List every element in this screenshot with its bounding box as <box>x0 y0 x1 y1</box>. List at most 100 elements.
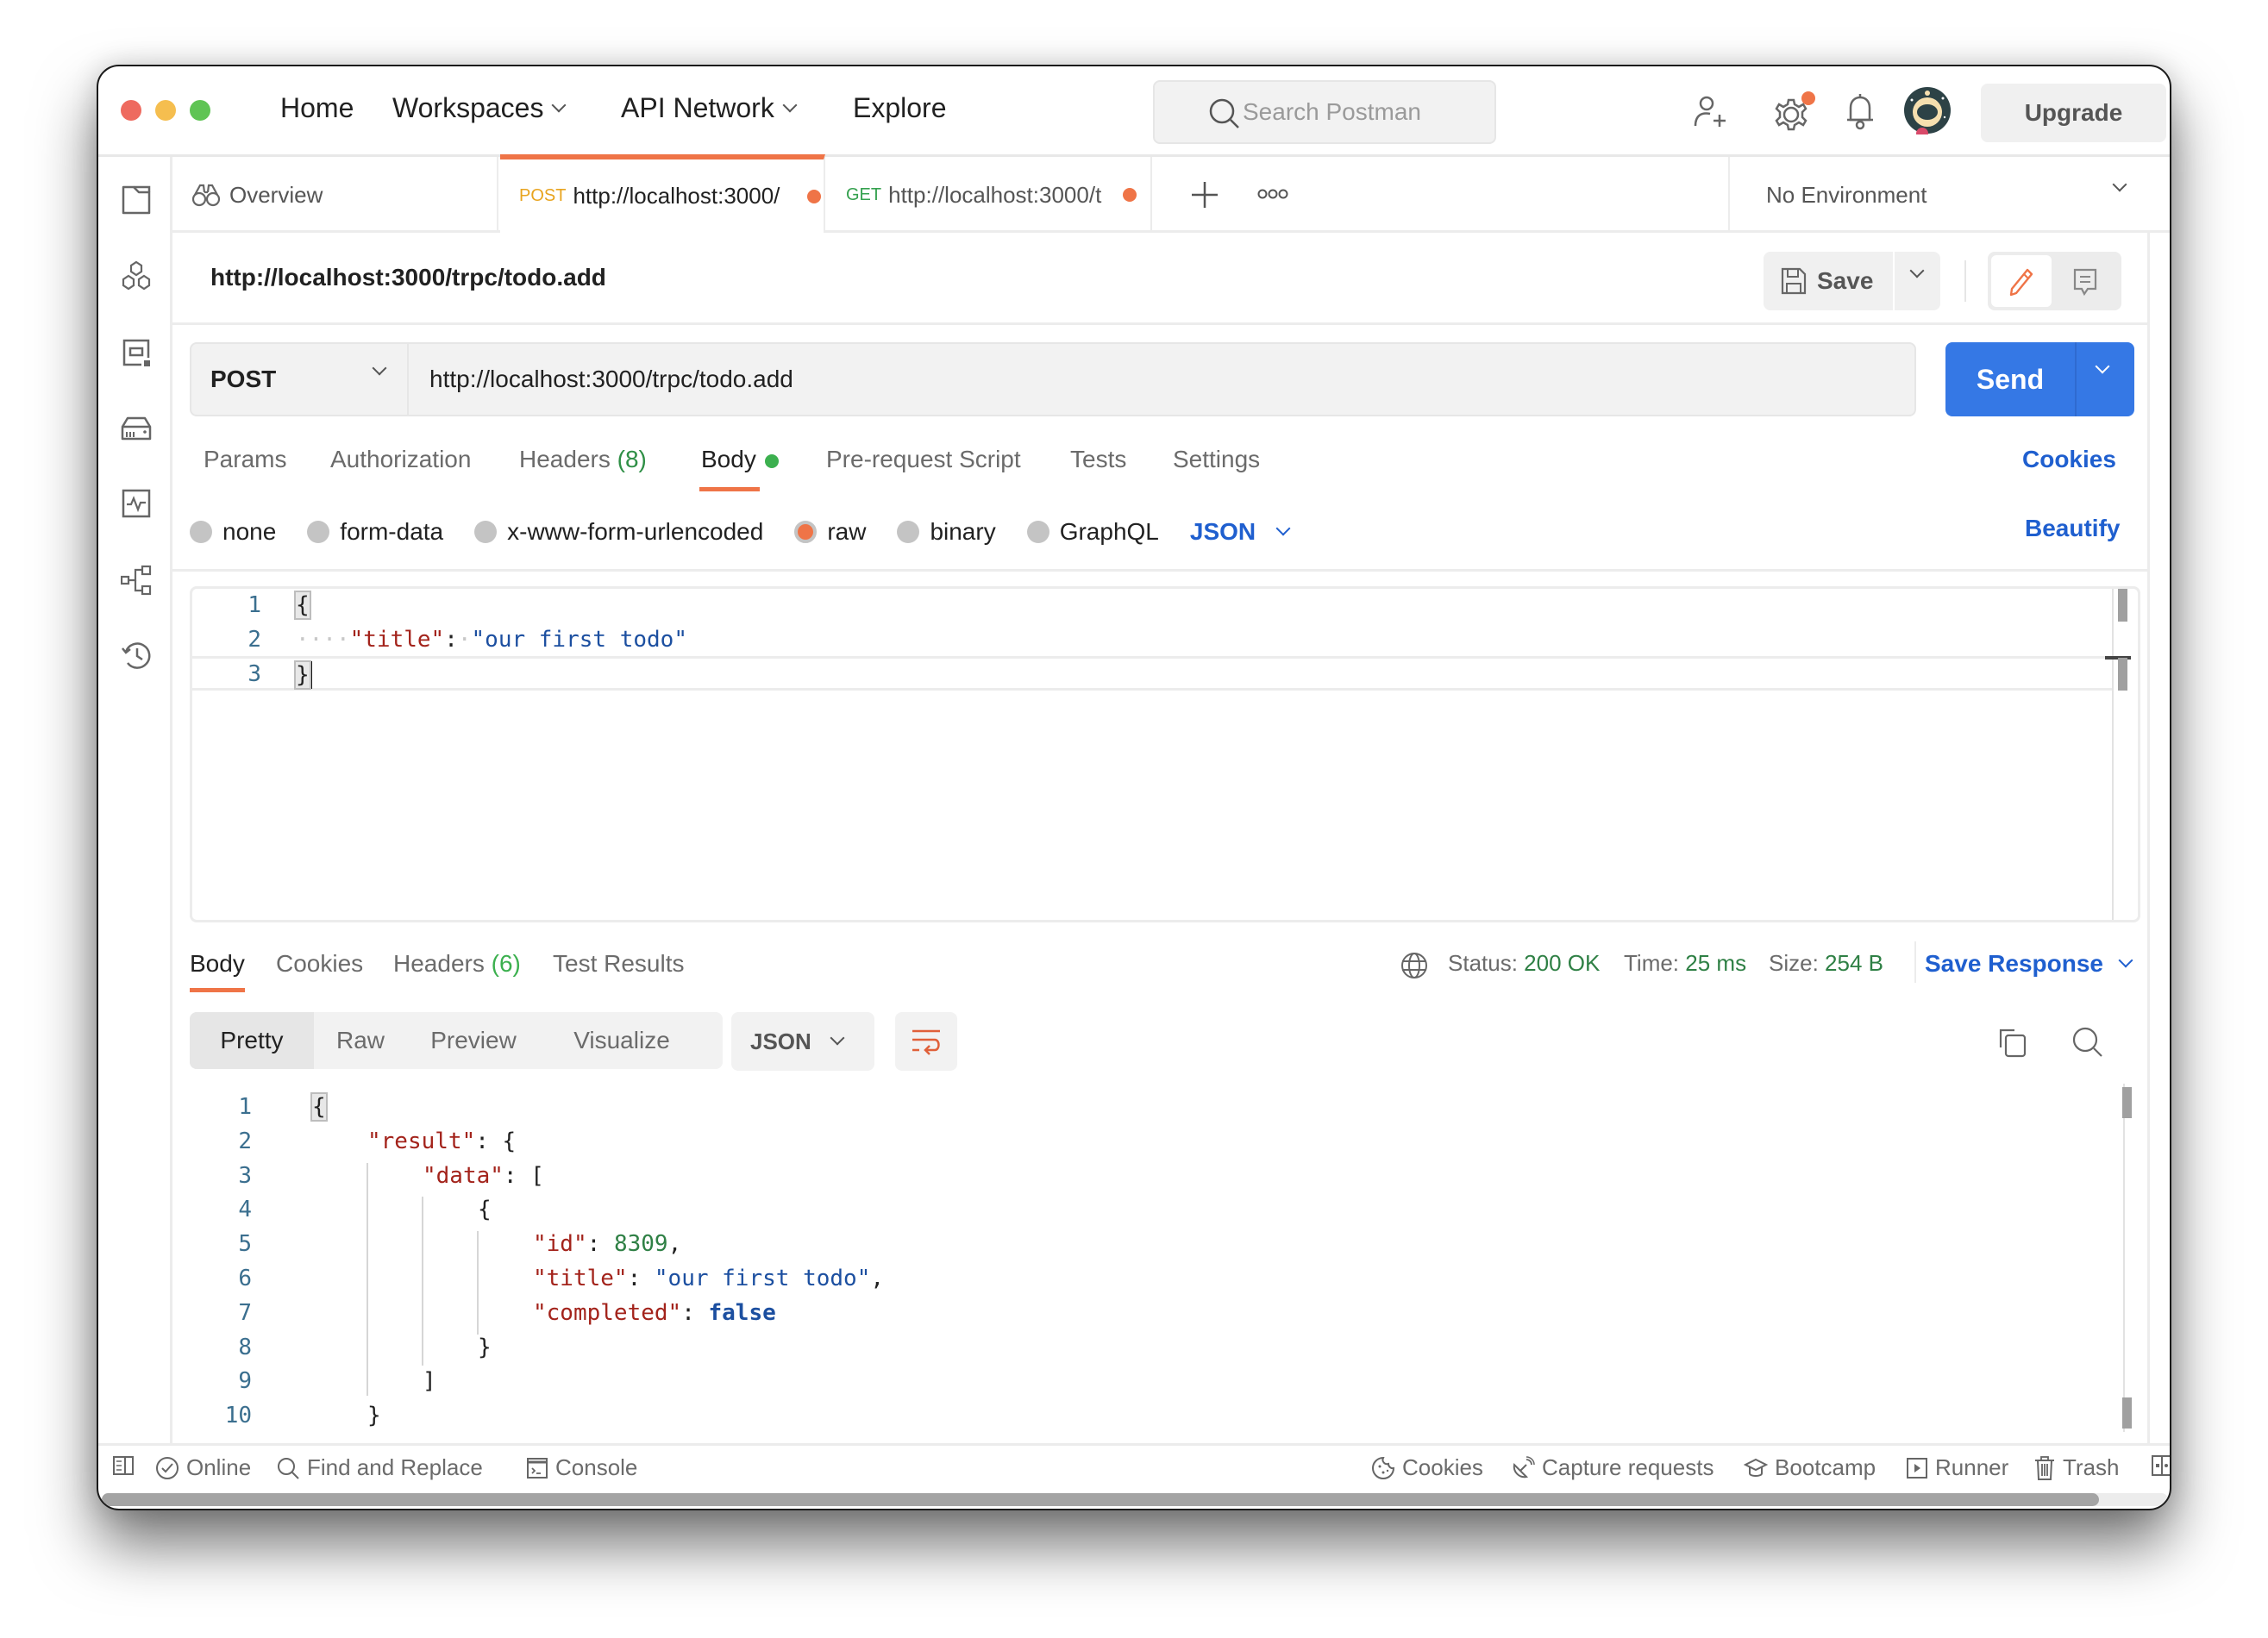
mock-servers-icon[interactable] <box>121 413 152 444</box>
send-button[interactable]: Send <box>1945 342 2134 416</box>
save-button[interactable]: Save <box>1764 252 1893 310</box>
body-type-binary[interactable]: binary <box>897 518 996 546</box>
response-tab-test-results[interactable]: Test Results <box>553 950 685 978</box>
view-pretty[interactable]: Pretty <box>190 1012 314 1069</box>
cookies-link[interactable]: Cookies <box>2022 446 2116 473</box>
new-tab-plus-icon[interactable] <box>1190 180 1219 209</box>
environments-icon[interactable] <box>121 337 152 368</box>
json-key: "title" <box>533 1266 628 1291</box>
search-response-icon[interactable] <box>2071 1026 2104 1059</box>
tab-post-request[interactable]: POST http://localhost:3000/ <box>500 154 825 233</box>
response-body-viewer[interactable]: 1 2 3 4 5 6 7 8 9 10 { "result": { "data… <box>190 1084 2140 1497</box>
response-tab-cookies[interactable]: Cookies <box>276 950 363 978</box>
size-value[interactable]: 254 B <box>1825 950 1883 976</box>
find-and-replace-button[interactable]: Find and Replace <box>276 1454 483 1481</box>
tab-overview[interactable]: Overview <box>172 157 498 233</box>
bootcamp-button[interactable]: Bootcamp <box>1744 1454 1876 1481</box>
maximize-window-button[interactable] <box>190 100 210 121</box>
comments-icon[interactable] <box>2072 267 2098 297</box>
status-value[interactable]: 200 OK <box>1524 950 1600 976</box>
tab-params[interactable]: Params <box>204 446 286 473</box>
response-status: Status: 200 OK <box>1448 950 1600 977</box>
view-raw[interactable]: Raw <box>314 1012 407 1069</box>
search-input[interactable]: Search Postman <box>1153 80 1496 144</box>
nav-explore[interactable]: Explore <box>853 92 947 124</box>
two-pane-toggle-button[interactable] <box>2151 1454 2170 1477</box>
tab-headers[interactable]: Headers (8) <box>519 446 647 473</box>
satellite-dish-icon <box>1513 1455 1535 1478</box>
nav-api-network[interactable]: API Network <box>621 92 798 124</box>
tab-settings[interactable]: Settings <box>1173 446 1260 473</box>
notifications-bell-icon[interactable] <box>1845 92 1875 130</box>
tab-body[interactable]: Body <box>701 446 779 473</box>
trash-button[interactable]: Trash <box>2033 1454 2120 1481</box>
url-input[interactable] <box>409 344 1916 415</box>
environment-selector[interactable]: No Environment <box>1728 157 2170 233</box>
code-line: ····"title":·"our first todo" <box>296 627 687 653</box>
editor-scrollbar-thumb[interactable] <box>2118 589 2127 622</box>
body-type-raw[interactable]: raw <box>794 518 866 546</box>
request-name[interactable]: http://localhost:3000/trpc/todo.add <box>210 264 606 291</box>
history-icon[interactable] <box>121 640 152 671</box>
response-tab-headers[interactable]: Headers (6) <box>393 950 521 978</box>
status-label: Status: <box>1448 950 1518 976</box>
editor-scrollbar-track[interactable] <box>2112 589 2114 920</box>
close-window-button[interactable] <box>121 100 141 121</box>
nav-workspaces[interactable]: Workspaces <box>392 92 567 124</box>
upgrade-button[interactable]: Upgrade <box>1981 84 2166 142</box>
apis-icon[interactable] <box>121 260 152 291</box>
response-format-select[interactable]: JSON <box>731 1012 874 1071</box>
radio-button[interactable] <box>307 521 330 543</box>
nav-home[interactable]: Home <box>280 92 354 124</box>
edit-mode-button[interactable] <box>1991 255 2052 307</box>
flows-icon[interactable] <box>121 565 152 596</box>
http-method-select[interactable]: POST <box>191 344 409 415</box>
response-scrollbar-thumb[interactable] <box>2122 1087 2132 1118</box>
tab-authorization[interactable]: Authorization <box>330 446 471 473</box>
body-type-urlencoded[interactable]: x-www-form-urlencoded <box>474 518 763 546</box>
body-language-select[interactable]: JSON <box>1190 518 1291 546</box>
beautify-link[interactable]: Beautify <box>2025 515 2120 542</box>
tab-tests[interactable]: Tests <box>1070 446 1126 473</box>
save-response-button[interactable]: Save Response <box>1925 950 2133 978</box>
collections-icon[interactable] <box>121 184 152 216</box>
radio-button[interactable] <box>474 521 498 543</box>
invite-user-icon[interactable] <box>1693 95 1727 129</box>
body-type-form-data[interactable]: form-data <box>307 518 443 546</box>
save-options-dropdown[interactable] <box>1895 252 1940 310</box>
settings-gear-icon[interactable] <box>1774 91 1817 132</box>
send-options-chevron-icon[interactable] <box>2095 359 2110 374</box>
body-has-content-dot <box>764 453 779 468</box>
body-type-graphql[interactable]: GraphQL <box>1026 518 1159 546</box>
runner-button[interactable]: Runner <box>1906 1454 2008 1481</box>
body-type-none[interactable]: none <box>190 518 276 546</box>
nav-home-label: Home <box>280 92 354 123</box>
online-status[interactable]: Online <box>155 1454 251 1481</box>
globe-icon[interactable] <box>1400 951 1429 980</box>
radio-button-selected[interactable] <box>794 521 818 543</box>
view-preview[interactable]: Preview <box>407 1012 540 1069</box>
minimize-window-button[interactable] <box>155 100 176 121</box>
time-value[interactable]: 25 ms <box>1685 950 1746 976</box>
response-tab-body[interactable]: Body <box>190 950 245 978</box>
response-scrollbar-track[interactable] <box>2123 1084 2125 1432</box>
horizontal-scrollbar-thumb[interactable] <box>102 1493 2099 1506</box>
more-tabs-icon[interactable] <box>1257 188 1288 200</box>
copy-icon[interactable] <box>1997 1027 2028 1058</box>
horizontal-scrollbar[interactable] <box>102 1493 2168 1506</box>
radio-button[interactable] <box>1026 521 1049 543</box>
view-visualize[interactable]: Visualize <box>540 1012 704 1069</box>
toggle-sidebar-button[interactable] <box>112 1454 135 1477</box>
request-body-editor[interactable]: 1 2 3 { ····"title":·"our first todo" } <box>190 586 2140 922</box>
user-avatar[interactable] <box>1903 86 1952 134</box>
tab-pre-request-script[interactable]: Pre-request Script <box>826 446 1021 473</box>
console-button[interactable]: Console <box>526 1454 637 1481</box>
sidebar-toggle-icon <box>113 1456 134 1475</box>
wrap-lines-button[interactable] <box>895 1012 957 1071</box>
cookies-button[interactable]: Cookies <box>1371 1454 1483 1481</box>
monitors-icon[interactable] <box>121 488 152 519</box>
radio-button[interactable] <box>190 521 212 543</box>
radio-button[interactable] <box>897 521 920 543</box>
capture-requests-button[interactable]: Capture requests <box>1511 1454 1714 1481</box>
tab-get-request[interactable]: GET http://localhost:3000/t <box>827 157 1152 233</box>
